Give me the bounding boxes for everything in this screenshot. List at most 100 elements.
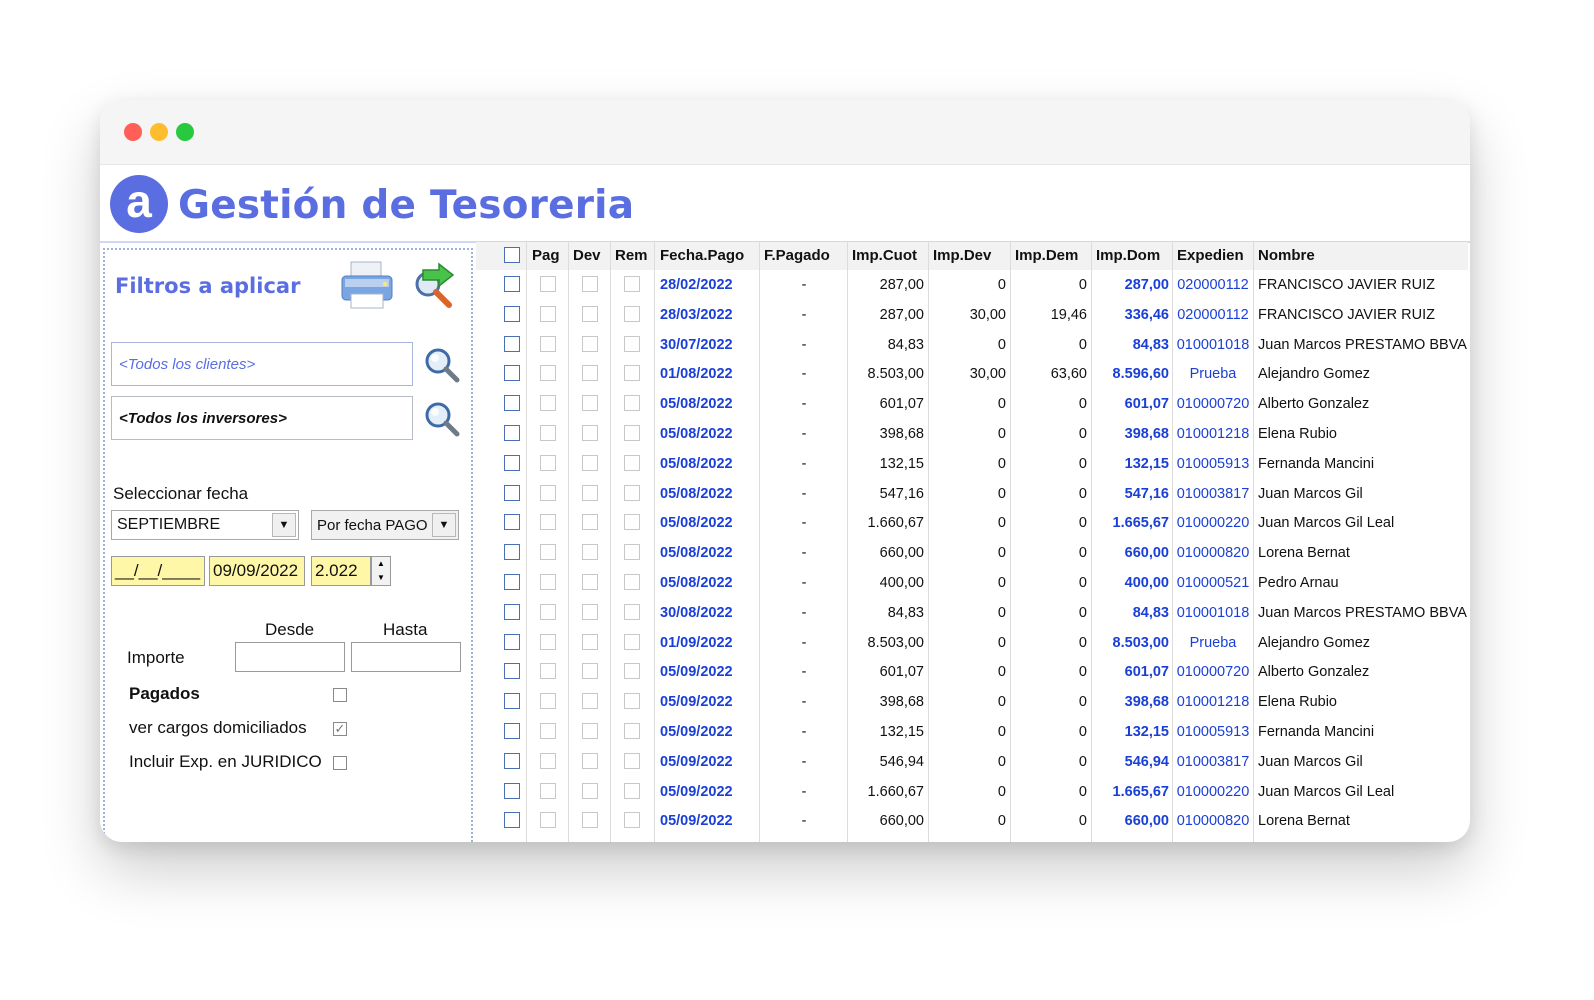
header-imp-cuot[interactable]: Imp.Cuot bbox=[852, 242, 917, 270]
export-search-icon[interactable] bbox=[411, 262, 457, 308]
pag-checkbox[interactable] bbox=[540, 365, 556, 382]
table-row[interactable]: 28/02/2022-287,00 0 0 287,00 020000112 FRANCI… bbox=[476, 270, 1468, 300]
header-imp-dom[interactable]: Imp.Dom bbox=[1096, 242, 1160, 270]
cell-fecha-pago[interactable]: 05/08/2022 bbox=[660, 419, 756, 449]
cell-expediente[interactable]: 010000820 bbox=[1173, 538, 1253, 568]
pag-checkbox[interactable] bbox=[540, 633, 556, 650]
search-investors-icon[interactable] bbox=[423, 400, 461, 438]
dev-checkbox[interactable] bbox=[582, 693, 598, 710]
cell-expediente[interactable]: 010000220 bbox=[1173, 777, 1253, 807]
cargos-checkbox[interactable]: ✓ bbox=[333, 722, 347, 736]
cell-fecha-pago[interactable]: 05/08/2022 bbox=[660, 449, 756, 479]
dev-checkbox[interactable] bbox=[582, 484, 598, 501]
row-select-checkbox[interactable] bbox=[504, 305, 520, 322]
rem-checkbox[interactable] bbox=[624, 514, 640, 531]
cell-fecha-pago[interactable]: 05/09/2022 bbox=[660, 747, 756, 777]
dev-checkbox[interactable] bbox=[582, 514, 598, 531]
chevron-down-icon[interactable]: ▼ bbox=[272, 513, 296, 537]
cell-fecha-pago[interactable]: 28/02/2022 bbox=[660, 270, 756, 300]
row-select-checkbox[interactable] bbox=[504, 514, 520, 531]
stepper-up-icon[interactable]: ▲ bbox=[372, 557, 390, 571]
cell-fecha-pago[interactable]: 05/08/2022 bbox=[660, 568, 756, 598]
table-row[interactable]: 05/09/2022-660,00 0 0 660,00 010000820 Lorena… bbox=[476, 806, 1468, 836]
dev-checkbox[interactable] bbox=[582, 782, 598, 799]
pag-checkbox[interactable] bbox=[540, 425, 556, 441]
rem-checkbox[interactable] bbox=[624, 454, 640, 471]
row-select-checkbox[interactable] bbox=[504, 425, 520, 441]
dev-checkbox[interactable] bbox=[582, 752, 598, 769]
row-select-checkbox[interactable] bbox=[504, 633, 520, 650]
cell-expediente[interactable]: 020000112 bbox=[1173, 300, 1253, 330]
header-pag[interactable]: Pag bbox=[532, 242, 560, 270]
year-stepper[interactable]: ▲ ▼ bbox=[371, 556, 391, 586]
pag-checkbox[interactable] bbox=[540, 395, 556, 412]
rem-checkbox[interactable] bbox=[624, 723, 640, 739]
header-nombre[interactable]: Nombre bbox=[1258, 242, 1315, 270]
cell-fecha-pago[interactable]: 01/09/2022 bbox=[660, 628, 756, 658]
header-f-pagado[interactable]: F.Pagado bbox=[764, 242, 830, 270]
row-select-checkbox[interactable] bbox=[504, 395, 520, 412]
row-select-checkbox[interactable] bbox=[504, 454, 520, 471]
pag-checkbox[interactable] bbox=[540, 276, 556, 292]
header-dev[interactable]: Dev bbox=[573, 242, 601, 270]
row-select-checkbox[interactable] bbox=[504, 276, 520, 292]
cell-expediente[interactable]: 010001218 bbox=[1173, 419, 1253, 449]
month-select[interactable]: SEPTIEMBRE ▼ bbox=[111, 510, 299, 540]
row-select-checkbox[interactable] bbox=[504, 484, 520, 501]
cell-fecha-pago[interactable]: 05/09/2022 bbox=[660, 687, 756, 717]
select-all-checkbox[interactable] bbox=[504, 247, 520, 263]
juridico-checkbox[interactable] bbox=[333, 756, 347, 770]
row-select-checkbox[interactable] bbox=[504, 574, 520, 590]
importe-to-input[interactable] bbox=[351, 642, 461, 672]
table-row[interactable]: 05/08/2022-398,68 0 0 398,68 010001218 Elena … bbox=[476, 419, 1468, 449]
rem-checkbox[interactable] bbox=[624, 335, 640, 352]
cell-expediente[interactable]: 010000720 bbox=[1173, 389, 1253, 419]
row-select-checkbox[interactable] bbox=[504, 663, 520, 680]
table-row[interactable]: 05/08/2022-132,15 0 0 132,15 010005913 Fernan… bbox=[476, 449, 1468, 479]
table-row[interactable]: 05/09/2022-132,15 0 0 132,15 010005913 Fernan… bbox=[476, 717, 1468, 747]
cell-expediente[interactable]: 010005913 bbox=[1173, 449, 1253, 479]
printer-icon[interactable] bbox=[339, 260, 395, 310]
pag-checkbox[interactable] bbox=[540, 305, 556, 322]
table-row[interactable]: 30/07/2022-84,83 0 0 84,83 010001018 Juan Mar… bbox=[476, 330, 1468, 360]
pag-checkbox[interactable] bbox=[540, 663, 556, 680]
cell-fecha-pago[interactable]: 05/09/2022 bbox=[660, 806, 756, 836]
date-mode-select[interactable]: Por fecha PAGO ▼ bbox=[311, 510, 459, 540]
dev-checkbox[interactable] bbox=[582, 663, 598, 680]
dev-checkbox[interactable] bbox=[582, 574, 598, 590]
table-row[interactable]: 01/09/2022-8.503,00 0 0 8.503,00 Prueba Aleja… bbox=[476, 628, 1468, 658]
dev-checkbox[interactable] bbox=[582, 335, 598, 352]
table-row[interactable]: 05/08/2022-400,00 0 0 400,00 010000521 Pedro … bbox=[476, 568, 1468, 598]
cell-fecha-pago[interactable]: 28/03/2022 bbox=[660, 300, 756, 330]
cell-expediente[interactable]: 010003817 bbox=[1173, 479, 1253, 509]
pag-checkbox[interactable] bbox=[540, 484, 556, 501]
cell-expediente[interactable]: 010000220 bbox=[1173, 508, 1253, 538]
table-row[interactable]: 30/08/2022-84,83 0 0 84,83 010001018 Juan Mar… bbox=[476, 598, 1468, 628]
rem-checkbox[interactable] bbox=[624, 305, 640, 322]
row-select-checkbox[interactable] bbox=[504, 544, 520, 561]
maximize-window-button[interactable] bbox=[176, 123, 194, 141]
cell-fecha-pago[interactable]: 05/09/2022 bbox=[660, 777, 756, 807]
dev-checkbox[interactable] bbox=[582, 276, 598, 292]
table-row[interactable]: 05/08/2022-547,16 0 0 547,16 010003817 Juan M… bbox=[476, 479, 1468, 509]
cell-expediente[interactable]: 010001018 bbox=[1173, 598, 1253, 628]
table-row[interactable]: 05/08/2022-660,00 0 0 660,00 010000820 Lorena… bbox=[476, 538, 1468, 568]
close-window-button[interactable] bbox=[124, 123, 142, 141]
stepper-down-icon[interactable]: ▼ bbox=[372, 571, 390, 585]
header-imp-dem[interactable]: Imp.Dem bbox=[1015, 242, 1078, 270]
cell-fecha-pago[interactable]: 05/09/2022 bbox=[660, 657, 756, 687]
cell-fecha-pago[interactable]: 05/08/2022 bbox=[660, 508, 756, 538]
date-from-field[interactable]: __/__/____ bbox=[111, 556, 205, 586]
pag-checkbox[interactable] bbox=[540, 335, 556, 352]
cell-fecha-pago[interactable]: 05/08/2022 bbox=[660, 389, 756, 419]
header-rem[interactable]: Rem bbox=[615, 242, 648, 270]
cell-expediente[interactable]: 010000820 bbox=[1173, 806, 1253, 836]
rem-checkbox[interactable] bbox=[624, 484, 640, 501]
dev-checkbox[interactable] bbox=[582, 633, 598, 650]
dev-checkbox[interactable] bbox=[582, 425, 598, 441]
row-select-checkbox[interactable] bbox=[504, 335, 520, 352]
rem-checkbox[interactable] bbox=[624, 752, 640, 769]
rem-checkbox[interactable] bbox=[624, 574, 640, 590]
row-select-checkbox[interactable] bbox=[504, 812, 520, 829]
cell-fecha-pago[interactable]: 05/08/2022 bbox=[660, 538, 756, 568]
